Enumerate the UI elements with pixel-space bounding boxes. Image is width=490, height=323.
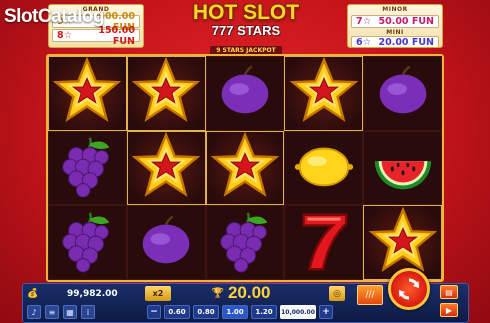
trophy-icon: 🏆: [211, 287, 224, 299]
mini-value: 20.00 FUN: [378, 37, 434, 48]
grapes-icon: [211, 207, 279, 279]
coin-stack-icon[interactable]: ◎: [329, 286, 345, 301]
reel-cell-plum: [205, 56, 285, 131]
spin-button[interactable]: [388, 268, 430, 310]
star-icon: [289, 57, 359, 129]
paytable-button[interactable]: ▦: [63, 305, 77, 319]
reel-cell-watermelon: [363, 130, 442, 206]
jackpot-minor: 7☆ 50.00 FUN: [351, 15, 439, 28]
bet-option[interactable]: 1.00: [222, 305, 248, 319]
reel-cell-star: [126, 56, 206, 131]
balance-value: 99,982.00: [67, 289, 118, 299]
minor-count: 7☆: [356, 16, 372, 27]
reel-grid: [46, 54, 444, 282]
reel-cell-grapes: [205, 205, 285, 280]
balance-display: 💰 99,982.00: [27, 287, 145, 301]
reel-cell-star: [126, 130, 206, 206]
spin-arrows-icon: [399, 278, 419, 300]
logo-subtitle: 777 STARS: [211, 23, 281, 38]
bet-display: 🏆 20.00: [201, 283, 281, 302]
bet-value: 20.00: [227, 283, 271, 302]
menu-buttons: ♪ ≡ ▦ i: [27, 305, 95, 319]
reel-cell-grapes: [48, 205, 127, 280]
turbo-button[interactable]: ///: [357, 285, 383, 305]
jackpot-mini: 6☆ 20.00 FUN: [351, 36, 439, 48]
reel-cell-star: [48, 56, 127, 131]
autoplay-button[interactable]: ▤: [440, 285, 458, 299]
bet-decrease-button[interactable]: −: [147, 305, 161, 319]
reel-cell-star: [205, 130, 285, 206]
bet-option[interactable]: 0.80: [193, 305, 219, 319]
bet-increase-button[interactable]: +: [319, 305, 333, 319]
flames-icon: ///: [365, 290, 375, 300]
reel-cell-grapes: [48, 130, 127, 206]
info-button[interactable]: i: [81, 305, 95, 319]
lemon-icon: [290, 132, 358, 204]
bet-selector: − 0.60 0.80 1.00 1.20 10,000.00 +: [147, 305, 333, 319]
grapes-icon: [53, 132, 121, 204]
reel-cell-star: [284, 56, 364, 131]
play-button[interactable]: ▶: [440, 303, 458, 317]
mini-count: 6☆: [356, 37, 372, 48]
bet-option[interactable]: 0.60: [164, 305, 190, 319]
jackpot-panel-right: MINOR 7☆ 50.00 FUN MINI 6☆ 20.00 FUN: [347, 4, 443, 48]
bet-option[interactable]: 1.20: [251, 305, 277, 319]
multiplier-button[interactable]: x2: [145, 286, 171, 301]
multiplier-label: x2: [152, 289, 164, 298]
mini-label: MINI: [386, 29, 404, 36]
play-icon: ▶: [445, 305, 453, 315]
major-count: 8☆: [57, 30, 73, 41]
plum-icon: [369, 57, 437, 129]
plum-icon: [211, 57, 279, 129]
sound-button[interactable]: ♪: [27, 305, 41, 319]
menu-button[interactable]: ≡: [45, 305, 59, 319]
watermark: SlotCatalog: [4, 6, 105, 27]
seven-icon: [290, 207, 358, 279]
minor-value: 50.00 FUN: [378, 16, 434, 27]
grapes-icon: [53, 207, 121, 279]
reel-cell-lemon: [284, 130, 364, 206]
star-icon: [210, 131, 280, 204]
minor-label: MINOR: [382, 6, 408, 13]
watermelon-icon: [369, 132, 437, 204]
game-logo: HOT SLOT 777 STARS 9 STARS JACKPOT: [176, 0, 316, 55]
star-icon: [53, 57, 122, 129]
star-icon: [131, 131, 201, 204]
autoplay-icon: ▤: [445, 287, 453, 297]
logo-title: HOT SLOT: [192, 1, 300, 24]
jackpot-major: 8☆ 150.00 FUN: [52, 25, 140, 47]
reel-cell-plum: [126, 205, 206, 280]
plum-icon: [132, 207, 200, 279]
wallet-icon: 💰: [27, 289, 39, 299]
star-icon: [131, 57, 201, 129]
reel-cell-plum: [363, 56, 442, 131]
reel-cell-seven: [284, 205, 364, 280]
bet-option-selected[interactable]: 10,000.00: [280, 305, 316, 319]
